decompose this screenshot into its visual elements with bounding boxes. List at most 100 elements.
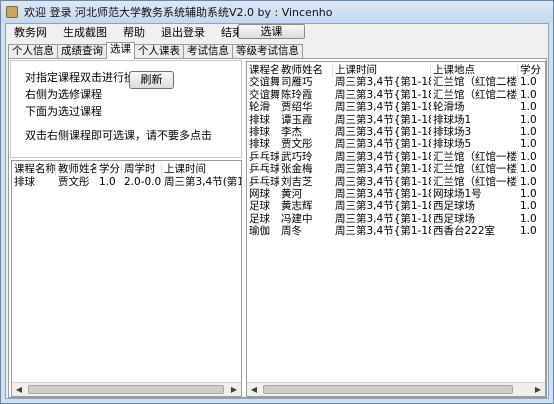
window-title: 欢迎 登录 河北师范大学教务系统辅助系统V2.0 by : Vincenho bbox=[24, 6, 333, 19]
table-cell: 陈玲霞 bbox=[281, 88, 313, 101]
table-cell: 周三第3,4节{第1-18周} bbox=[335, 88, 431, 101]
table-cell: 周三第3,4节{第1-18周} bbox=[335, 150, 431, 163]
table-cell: 周三第3,4节{第1-18周} bbox=[335, 126, 431, 138]
table-cell: 排球场1 bbox=[433, 113, 472, 126]
table-cell: 交谊舞 bbox=[249, 88, 279, 101]
instruction-line-1: 对指定课程双击进行操作 bbox=[25, 71, 146, 84]
menu-item-jiaowu[interactable]: 教务网 bbox=[6, 24, 55, 41]
table-cell: 1.0 bbox=[520, 76, 537, 89]
column-header[interactable]: 上课时间 bbox=[333, 64, 431, 77]
scroll-thumb[interactable] bbox=[28, 385, 224, 394]
table-cell: 1.0 bbox=[520, 138, 537, 151]
table-cell: 贾绍华 bbox=[281, 101, 313, 114]
table-cell: 谭玉霞 bbox=[281, 113, 313, 126]
table-cell: 周三第3,4节{第1-18周} bbox=[335, 212, 431, 225]
menu-item-help[interactable]: 帮助 bbox=[115, 24, 153, 41]
tab-level-exam-info[interactable]: 等级考试信息 bbox=[232, 44, 303, 58]
client-area: 教务网 生成截图 帮助 退出登录 结束程序 选课 个人信息 成绩查询 选课 个人… bbox=[5, 23, 549, 399]
table-cell: 西足球场 bbox=[433, 212, 475, 225]
table-cell: 排球 bbox=[249, 126, 270, 138]
table-cell: 贾文彤 bbox=[58, 176, 90, 188]
table-cell: 周三第3,4节{第1-18周} bbox=[335, 101, 431, 114]
column-header[interactable]: 课程名称 bbox=[12, 163, 56, 176]
tab-timetable[interactable]: 个人课表 bbox=[134, 44, 184, 58]
instructions-box: 对指定课程双击进行操作 右侧为选修课程 下面为选过课程 双击右侧课程即可选课，请… bbox=[10, 60, 242, 158]
table-cell: 汇兰馆（红馆二楼） bbox=[433, 76, 518, 89]
column-header[interactable]: 课程名称 bbox=[247, 64, 279, 77]
available-courses-table[interactable]: 课程名称教师姓名上课时间上课地点学分交谊舞司雁巧周三第3,4节{第1-18周}汇… bbox=[246, 61, 546, 397]
table-cell: 1.0 bbox=[520, 225, 537, 238]
table-cell: 周三第3,4节{第1-18周} bbox=[335, 200, 431, 213]
table-cell: 排球 bbox=[249, 138, 270, 151]
menu-item-screenshot[interactable]: 生成截图 bbox=[55, 24, 115, 41]
table-cell: 排球场3 bbox=[433, 126, 472, 138]
scroll-right-arrow-icon[interactable]: ▶ bbox=[531, 383, 545, 396]
table-cell: 贾文彤 bbox=[281, 138, 313, 151]
table-cell: 瑜伽 bbox=[249, 225, 270, 238]
table-cell: 排球 bbox=[14, 176, 35, 188]
table-cell: 足球 bbox=[249, 212, 270, 225]
table-cell: 网球 bbox=[249, 188, 270, 200]
column-header[interactable]: 学分 bbox=[97, 163, 122, 176]
column-header[interactable]: 上课时间 bbox=[162, 163, 241, 176]
column-header[interactable]: 教师姓名 bbox=[279, 64, 333, 77]
table-cell: 1.0 bbox=[520, 200, 537, 213]
column-header[interactable]: 上课地点 bbox=[431, 64, 518, 77]
table-cell: 1.0 bbox=[520, 101, 537, 114]
column-header[interactable]: 周学时 bbox=[122, 163, 162, 176]
table-cell: 1.0 bbox=[520, 163, 537, 176]
table-cell: 乒乓球 bbox=[249, 175, 279, 188]
table-cell: 1.0 bbox=[520, 113, 537, 126]
table-cell: 冯建中 bbox=[281, 212, 313, 225]
scroll-left-arrow-icon[interactable]: ◀ bbox=[12, 383, 26, 396]
refresh-button[interactable]: 刷新 bbox=[129, 71, 174, 89]
tab-grades[interactable]: 成绩查询 bbox=[57, 44, 107, 58]
table-cell: 武巧玲 bbox=[281, 150, 313, 163]
tab-personal-info[interactable]: 个人信息 bbox=[8, 44, 58, 58]
table-cell: 周三第3,4节{第1-18周} bbox=[335, 163, 431, 176]
table-cell: 汇兰馆（红馆一楼） bbox=[433, 175, 518, 188]
tab-course-selection[interactable]: 选课 bbox=[106, 42, 135, 59]
table-cell: 乒乓球 bbox=[249, 163, 279, 176]
table-cell: 黄志辉 bbox=[281, 200, 313, 213]
course-selection-panel: 对指定课程双击进行操作 右侧为选修课程 下面为选过课程 双击右侧课程即可选课，请… bbox=[8, 58, 547, 398]
table-cell: 2.0-0.0 bbox=[124, 176, 162, 188]
table-cell: 1.0 bbox=[520, 126, 537, 138]
table-cell: 汇兰馆（红馆一楼） bbox=[433, 150, 518, 163]
table-cell: 周三第3,4节{第1-18周} bbox=[335, 113, 431, 126]
horizontal-scrollbar[interactable]: ◀ ▶ bbox=[247, 382, 545, 396]
table-cell: 西香台222室 bbox=[433, 225, 496, 238]
table-cell: 西足球场 bbox=[433, 200, 475, 213]
scroll-thumb[interactable] bbox=[263, 385, 513, 394]
table-cell: 李杰 bbox=[281, 126, 302, 138]
table-cell: 1.0 bbox=[520, 212, 537, 225]
instruction-line-4: 双击右侧课程即可选课，请不要多点击 bbox=[25, 129, 212, 142]
column-header[interactable]: 学分 bbox=[518, 64, 545, 77]
table-cell: 司雁巧 bbox=[281, 76, 313, 89]
table-cell: 1.0 bbox=[520, 150, 537, 163]
table-cell: 张金梅 bbox=[281, 163, 313, 176]
table-cell: 黄河 bbox=[281, 188, 302, 200]
table-cell: 周三第3,4节(第1- bbox=[164, 176, 242, 188]
table-cell: 足球 bbox=[249, 200, 270, 213]
table-cell: 网球场1号 bbox=[433, 188, 482, 200]
table-cell: 1.0 bbox=[520, 88, 537, 101]
column-header[interactable]: 教师姓名 bbox=[56, 163, 97, 176]
tab-exam-info[interactable]: 考试信息 bbox=[183, 44, 233, 58]
select-course-button[interactable]: 选课 bbox=[238, 24, 305, 39]
menu-item-logout[interactable]: 退出登录 bbox=[153, 24, 213, 41]
table-cell: 1.0 bbox=[99, 176, 116, 188]
table-cell: 周三第3,4节{第1-18周} bbox=[335, 76, 431, 89]
horizontal-scrollbar[interactable]: ◀ ▶ bbox=[12, 382, 241, 396]
scroll-left-arrow-icon[interactable]: ◀ bbox=[247, 383, 261, 396]
table-cell: 交谊舞 bbox=[249, 76, 279, 89]
selected-courses-table[interactable]: 课程名称 教师姓名 学分 周学时 上课时间排球 贾文彤 1.0 2.0-0.0 周三第3,4节(… bbox=[11, 160, 242, 397]
instruction-line-3: 下面为选过课程 bbox=[25, 105, 102, 118]
table-cell: 周三第3,4节{第1-18周} bbox=[335, 138, 431, 151]
scroll-right-arrow-icon[interactable]: ▶ bbox=[227, 383, 241, 396]
instruction-line-2: 右侧为选修课程 bbox=[25, 88, 102, 101]
title-bar: 欢迎 登录 河北师范大学教务系统辅助系统V2.0 by : Vincenho bbox=[1, 1, 553, 23]
app-window: 欢迎 登录 河北师范大学教务系统辅助系统V2.0 by : Vincenho 教… bbox=[0, 0, 554, 404]
tab-strip: 个人信息 成绩查询 选课 个人课表 考试信息 等级考试信息 bbox=[8, 42, 303, 59]
table-cell: 刘吉芝 bbox=[281, 175, 313, 188]
